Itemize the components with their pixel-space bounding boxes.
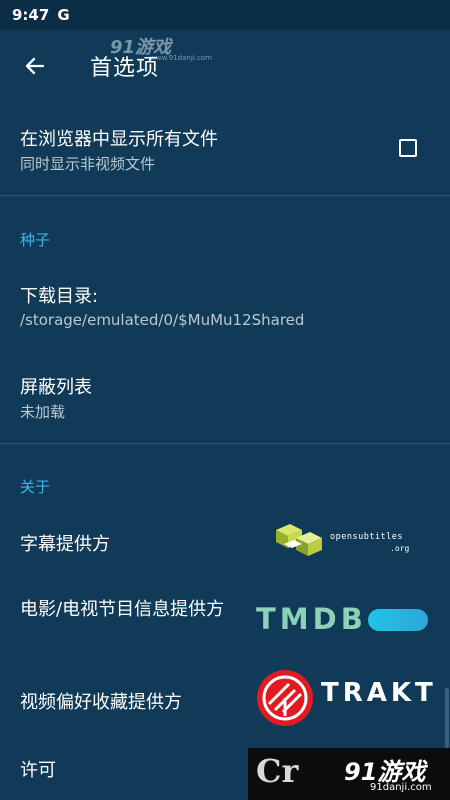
setting-blocklist[interactable]: 屏蔽列表 未加载 (0, 355, 450, 435)
setting-title: 许可 (20, 760, 56, 781)
opensubtitles-text: opensubtitles (330, 532, 404, 542)
setting-title: 视频偏好收藏提供方 (20, 692, 182, 713)
setting-value: 未加载 (20, 403, 66, 421)
watermark-logo-bottom: Cr 91游戏 91danji.com (248, 748, 450, 800)
arrow-left-icon (25, 57, 45, 75)
trakt-logo: TRAKT (255, 668, 435, 728)
setting-download-dir[interactable]: 下载目录: /storage/emulated/0/$MuMu12Shared (0, 268, 450, 343)
back-button[interactable] (18, 49, 52, 83)
watermark-top-sub: www.91danji.com (150, 54, 212, 62)
google-badge-icon: G (57, 6, 70, 24)
setting-title: 电影/电视节目信息提供方 (20, 599, 225, 620)
setting-title: 屏蔽列表 (20, 377, 92, 398)
opensubtitles-logo: opensubtitles .org (272, 520, 422, 560)
setting-title: 字幕提供方 (20, 534, 110, 555)
watermark-logo-top: 91游戏 www.91danji.com (110, 33, 212, 63)
setting-value: /storage/emulated/0/$MuMu12Shared (20, 311, 305, 329)
status-bar: 9:47 G (0, 0, 450, 30)
scrollbar-thumb[interactable] (445, 688, 449, 748)
section-header-torrent: 种子 (20, 231, 51, 249)
setting-title: 下载目录: (20, 286, 99, 307)
watermark-bottom-left: Cr (256, 752, 299, 790)
setting-show-all-files[interactable]: 在浏览器中显示所有文件 同时显示非视频文件 (0, 100, 450, 196)
tmdb-logo: TMDB (256, 602, 431, 638)
divider (0, 195, 450, 196)
watermark-bottom-sub: 91danji.com (370, 782, 432, 793)
tmdb-logo-text: TMDB (256, 602, 367, 636)
app-bar: 首选项 91游戏 www.91danji.com (0, 30, 450, 100)
tmdb-logo-pill (368, 609, 428, 631)
section-header-about: 关于 (20, 478, 51, 496)
divider (0, 443, 450, 444)
opensubtitles-cubes-icon (276, 524, 322, 556)
opensubtitles-suffix: .org (390, 544, 410, 553)
setting-subtitle: 同时显示非视频文件 (20, 155, 156, 173)
status-time: 9:47 (12, 6, 50, 24)
trakt-circle-icon (257, 670, 313, 726)
setting-title: 在浏览器中显示所有文件 (20, 129, 218, 150)
show-all-files-checkbox[interactable] (399, 139, 417, 157)
trakt-logo-text: TRAKT (321, 678, 437, 708)
